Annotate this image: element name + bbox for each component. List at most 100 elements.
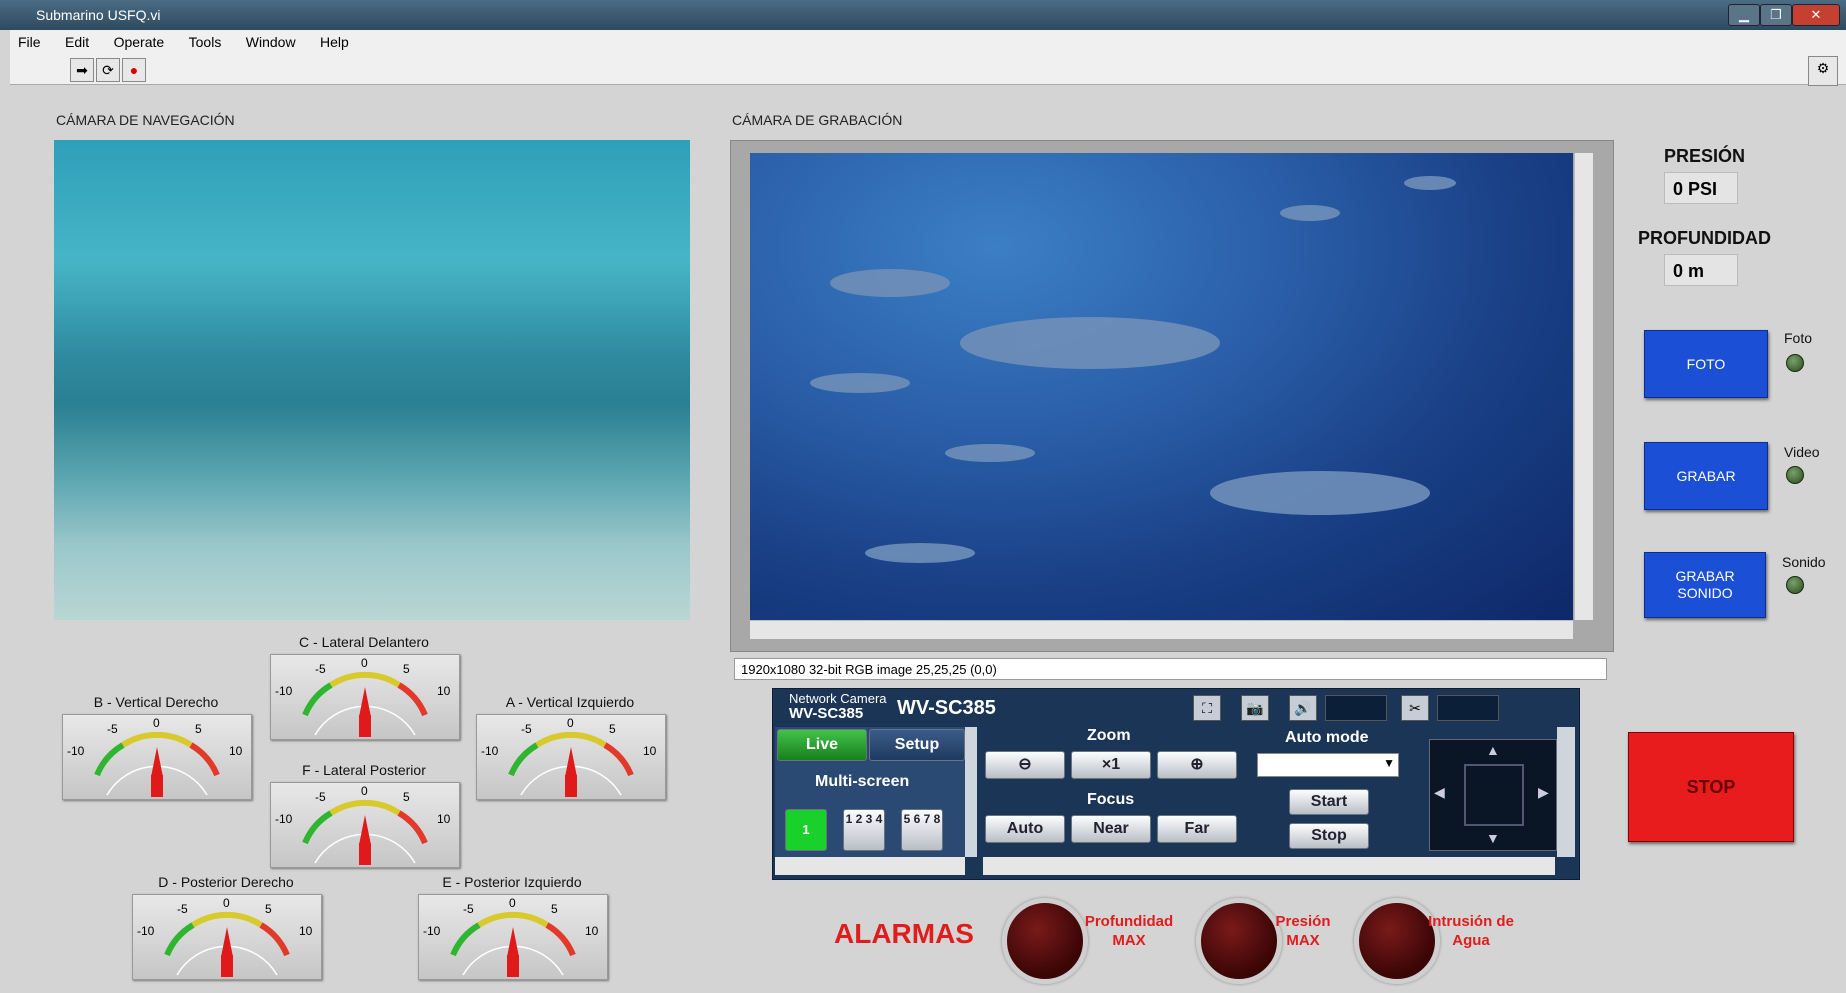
gauge-tick-label: 10 xyxy=(229,744,243,758)
gauge-tick-label: 10 xyxy=(585,924,599,938)
menu-operate[interactable]: Operate xyxy=(114,34,165,50)
auto-mode-label: Auto mode xyxy=(1285,729,1369,746)
gauge-b-vertical-derecho: -10 -5 0 5 10 xyxy=(62,714,252,800)
depth-title: PROFUNDIDAD xyxy=(1638,228,1771,248)
gauge-tick-label: 0 xyxy=(223,896,230,910)
close-button[interactable]: ✕ xyxy=(1792,4,1840,26)
speaker-icon[interactable]: 🔊 xyxy=(1289,695,1317,721)
network-camera-small-label: Network Camera xyxy=(789,691,887,706)
focus-near-button[interactable]: Near xyxy=(1071,815,1151,843)
ctrl-horizontal-scrollbar[interactable] xyxy=(983,857,1555,875)
fullscreen-icon[interactable]: ⛶ xyxy=(1193,695,1221,721)
vi-icon: ⚙ xyxy=(1808,56,1838,86)
eight-screen-button[interactable]: 5 6 7 8 xyxy=(901,809,943,851)
left-pane-scrollbar[interactable] xyxy=(965,727,977,857)
menu-window[interactable]: Window xyxy=(246,34,296,50)
minimize-button[interactable]: ▁ xyxy=(1728,4,1760,26)
pan-right-icon[interactable]: ▶ xyxy=(1538,784,1549,801)
gauge-tick-label: 5 xyxy=(403,662,410,676)
menu-tools[interactable]: Tools xyxy=(189,34,222,50)
image-vertical-scrollbar[interactable] xyxy=(1574,153,1593,620)
gauge-tick-label: 0 xyxy=(567,716,574,730)
recording-camera-view xyxy=(750,153,1573,620)
model-small: WV-SC385 xyxy=(789,705,864,722)
gauge-d-posterior-derecho: -10 -5 0 5 10 xyxy=(132,894,322,980)
pan-up-icon[interactable]: ▲ xyxy=(1486,742,1500,758)
gauge-f-lateral-posterior: -10 -5 0 5 10 xyxy=(270,782,460,868)
zoom-out-icon[interactable]: ⊖ xyxy=(985,751,1065,779)
maximize-button[interactable]: ❐ xyxy=(1760,4,1792,26)
gauge-tick-label: 0 xyxy=(361,784,368,798)
navigation-camera-view xyxy=(54,140,690,620)
sonido-led xyxy=(1786,576,1804,594)
labview-window: Submarino USFQ.vi ▁ ❐ ✕ File Edit Operat… xyxy=(0,0,1846,993)
auto-start-button[interactable]: Start xyxy=(1289,789,1369,815)
camera-snapshot-icon[interactable]: 📷 xyxy=(1241,695,1269,721)
gauge-a-vertical-izquierdo: -10 -5 0 5 10 xyxy=(476,714,666,800)
auto-stop-button[interactable]: Stop xyxy=(1289,823,1369,849)
video-indicator-label: Video xyxy=(1784,444,1820,460)
mic-volume-slider[interactable] xyxy=(1437,695,1499,721)
gauge-needle-base xyxy=(221,955,233,977)
model-title: WV-SC385 xyxy=(897,697,996,719)
grabar-sonido-button[interactable]: GRABAR SONIDO xyxy=(1644,552,1766,618)
alarm-depth-label: Profundidad MAX xyxy=(1084,913,1174,949)
menu-edit[interactable]: Edit xyxy=(65,34,89,50)
alarms-title: ALARMAS xyxy=(834,918,974,949)
mic-mute-icon[interactable]: ✂ xyxy=(1401,695,1429,721)
pan-down-icon[interactable]: ▼ xyxy=(1486,830,1500,846)
quad-screen-button[interactable]: 1 2 3 4 xyxy=(843,809,885,851)
zoom-reset-button[interactable]: ×1 xyxy=(1071,751,1151,779)
zoom-in-icon[interactable]: ⊕ xyxy=(1157,751,1237,779)
gauge-tick-label: 0 xyxy=(509,896,516,910)
video-led xyxy=(1786,466,1804,484)
run-icon[interactable]: ➡ xyxy=(70,58,94,82)
single-screen-button[interactable]: 1 xyxy=(785,809,827,851)
menu-help[interactable]: Help xyxy=(320,34,349,50)
foto-button[interactable]: FOTO xyxy=(1644,330,1768,398)
alarm-pressure-label: Presión MAX xyxy=(1275,913,1331,949)
menu-bar: File Edit Operate Tools Window Help xyxy=(10,30,1846,54)
run-continuously-icon[interactable]: ⟳ xyxy=(96,58,120,82)
gauge-needle-base xyxy=(359,843,371,865)
gauge-tick-label: 0 xyxy=(153,716,160,730)
focus-auto-button[interactable]: Auto xyxy=(985,815,1065,843)
gauge-tick-label: -5 xyxy=(315,790,326,804)
depth-display: 0 m xyxy=(1664,254,1738,286)
ctrl-vertical-scrollbar[interactable] xyxy=(1557,727,1575,857)
pressure-display: 0 PSI xyxy=(1664,172,1738,204)
setup-button[interactable]: Setup xyxy=(869,729,965,761)
foto-led xyxy=(1786,354,1804,372)
gauge-title-b-vertical-derecho: B - Vertical Derecho xyxy=(93,694,219,710)
gauge-tick-label: -5 xyxy=(463,902,474,916)
gauge-title-f-lateral-posterior: F - Lateral Posterior xyxy=(302,762,426,778)
window-title: Submarino USFQ.vi xyxy=(36,7,161,23)
focus-far-button[interactable]: Far xyxy=(1157,815,1237,843)
gauge-needle xyxy=(359,815,371,845)
live-button[interactable]: Live xyxy=(777,729,867,761)
gauge-needle xyxy=(151,747,163,777)
ptz-control-pad[interactable]: ▲ ▼ ◀ ▶ xyxy=(1429,739,1557,851)
gauge-needle-base xyxy=(507,955,519,977)
gauge-tick-label: -10 xyxy=(67,744,85,758)
gauge-tick-label: 10 xyxy=(299,924,313,938)
menu-file[interactable]: File xyxy=(18,34,41,50)
gauge-tick-label: 0 xyxy=(361,656,368,670)
ptz-center[interactable] xyxy=(1464,764,1524,826)
image-horizontal-scrollbar[interactable] xyxy=(750,620,1573,639)
gauge-title-a-vertical-izquierdo: A - Vertical Izquierdo xyxy=(505,694,635,710)
focus-label: Focus xyxy=(1087,791,1135,808)
gauge-tick-label: 5 xyxy=(265,902,272,916)
pan-left-icon[interactable]: ◀ xyxy=(1434,784,1445,801)
stop-button[interactable]: STOP xyxy=(1628,732,1794,842)
foto-indicator-label: Foto xyxy=(1784,330,1813,346)
auto-mode-select[interactable]: ▼ xyxy=(1257,753,1399,777)
gauge-title-d-posterior-derecho: D - Posterior Derecho xyxy=(158,874,294,890)
gauge-tick-label: -5 xyxy=(107,722,118,736)
left-pane-hscroll[interactable] xyxy=(775,857,965,875)
gauge-tick-label: -10 xyxy=(137,924,155,938)
grabar-button[interactable]: GRABAR xyxy=(1644,442,1768,510)
gauge-tick-label: -5 xyxy=(521,722,532,736)
abort-icon[interactable]: ● xyxy=(122,58,146,82)
volume-slider[interactable] xyxy=(1325,695,1387,721)
